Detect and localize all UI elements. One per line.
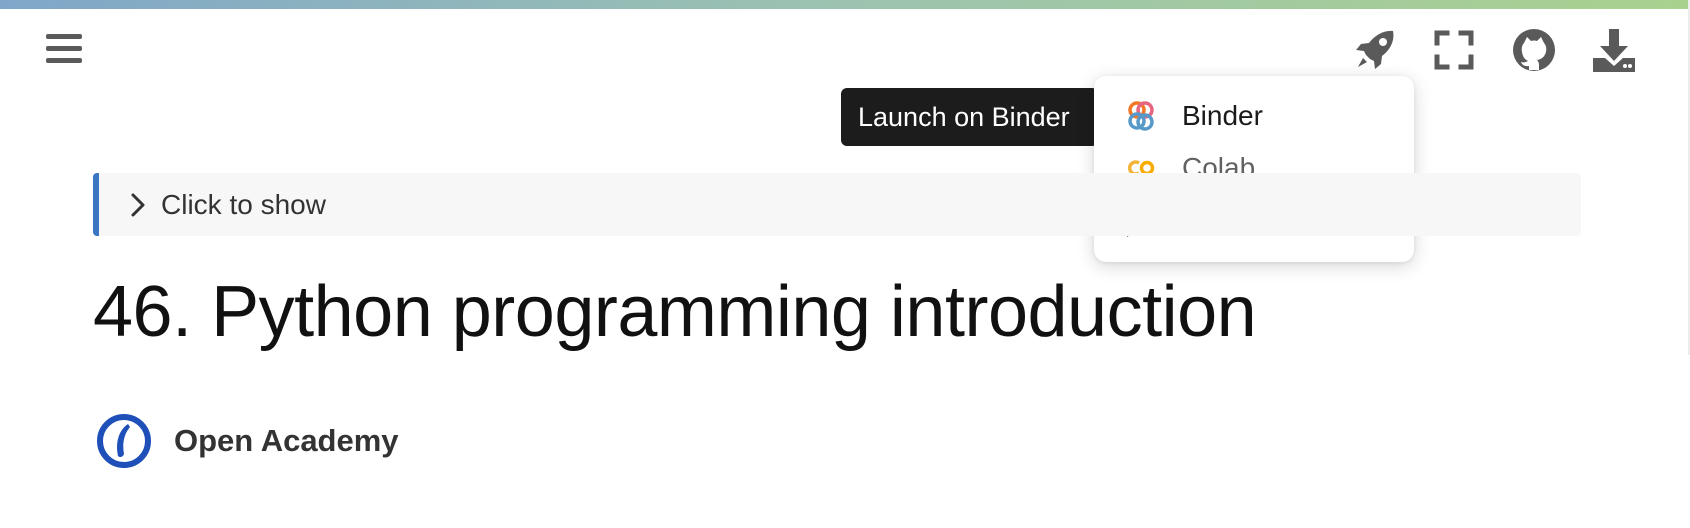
click-to-show-toggle[interactable]: Click to show (93, 173, 1581, 236)
launch-tooltip: Launch on Binder (841, 88, 1111, 146)
chevron-right-icon (127, 191, 149, 219)
fullscreen-icon[interactable] (1430, 26, 1478, 74)
menu-icon[interactable] (44, 30, 84, 68)
menu-item-binder[interactable]: Binder (1094, 91, 1414, 141)
open-academy-logo (97, 414, 151, 468)
menu-item-label: Binder (1182, 100, 1263, 131)
top-gradient-stripe (0, 0, 1690, 9)
author-name: Open Academy (174, 423, 399, 458)
rocket-icon[interactable] (1351, 26, 1399, 74)
toggle-label: Click to show (161, 189, 326, 220)
github-icon[interactable] (1510, 26, 1558, 74)
page-title: 46. Python programming introduction (93, 272, 1257, 352)
binder-icon (1122, 97, 1160, 135)
download-icon[interactable] (1590, 26, 1638, 74)
